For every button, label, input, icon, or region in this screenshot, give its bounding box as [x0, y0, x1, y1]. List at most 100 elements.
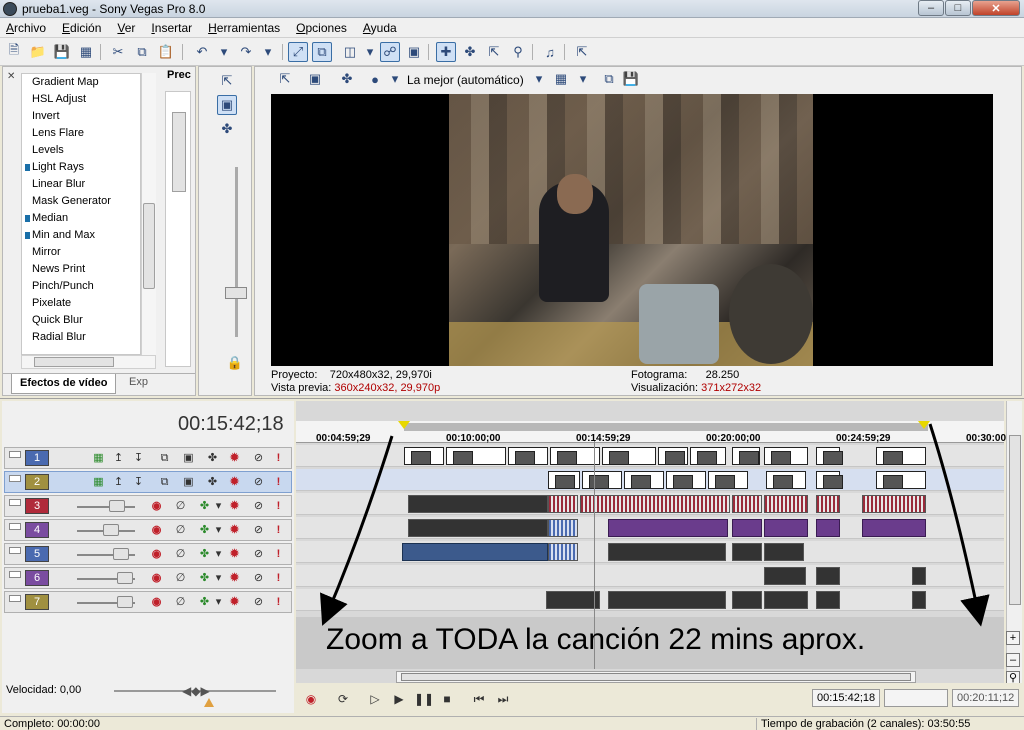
- quality-chevron-icon[interactable]: ▾: [529, 69, 549, 89]
- stop-icon[interactable]: ■: [438, 690, 456, 708]
- track-lane-3[interactable]: [296, 493, 1004, 515]
- composite-mode-icon[interactable]: ▣: [181, 451, 196, 466]
- volume-knob[interactable]: [117, 596, 133, 608]
- preview-quality-select[interactable]: La mejor (automático): [407, 73, 524, 87]
- save-snapshot-icon[interactable]: 💾: [621, 69, 641, 89]
- list-item[interactable]: News Print: [22, 261, 140, 278]
- snap-icon[interactable]: ⤢: [288, 42, 308, 62]
- volume-knob[interactable]: [117, 572, 133, 584]
- track-alert-icon[interactable]: !: [271, 595, 286, 610]
- track-alert-icon[interactable]: !: [271, 475, 286, 490]
- list-item[interactable]: Linear Blur: [22, 176, 140, 193]
- solo-icon[interactable]: ✹: [227, 571, 242, 586]
- fx-dropdown-icon[interactable]: ▾: [211, 571, 226, 586]
- track-fx-icon[interactable]: ✤: [197, 571, 212, 586]
- speed-slider-knob[interactable]: ◀◆▶: [182, 684, 210, 698]
- play-from-start-icon[interactable]: ▷: [366, 690, 384, 708]
- list-item[interactable]: Mirror: [22, 244, 140, 261]
- list-item[interactable]: Light Rays: [22, 159, 140, 176]
- presets-panel[interactable]: [165, 91, 191, 367]
- menu-insertar[interactable]: Insertar: [149, 20, 194, 36]
- quality-dropdown-icon[interactable]: ▾: [385, 69, 405, 89]
- track-alert-icon[interactable]: !: [271, 523, 286, 538]
- zoom-in-icon[interactable]: +: [1006, 631, 1020, 645]
- track-header-3[interactable]: 3 ◉ ∅ ✤ ▾ ✹ ⊘ !: [4, 495, 292, 517]
- track-minimize-icon[interactable]: [9, 547, 21, 554]
- track-minimize-icon[interactable]: [9, 451, 21, 458]
- bypass-icon[interactable]: ✤: [205, 451, 220, 466]
- auto-crossfade-icon[interactable]: ⧉: [312, 42, 332, 62]
- save-icon[interactable]: 💾: [52, 42, 72, 62]
- track-alert-icon[interactable]: !: [271, 451, 286, 466]
- list-item[interactable]: Pinch/Punch: [22, 278, 140, 295]
- audio-icon[interactable]: ♫: [540, 42, 560, 62]
- pause-icon[interactable]: ❚❚: [414, 690, 434, 708]
- list-item[interactable]: Mask Generator: [22, 193, 140, 210]
- arm-record-icon[interactable]: ◉: [149, 571, 164, 586]
- redo-icon[interactable]: ↷: [236, 42, 256, 62]
- preview-fx-icon[interactable]: ✤: [337, 69, 357, 89]
- effects-hscrollbar[interactable]: [21, 355, 156, 369]
- invert-phase-icon[interactable]: ∅: [173, 499, 188, 514]
- track-fx-icon[interactable]: ✤: [197, 523, 212, 538]
- fx-dropdown-icon[interactable]: ▾: [211, 523, 226, 538]
- track-minimize-icon[interactable]: [9, 523, 21, 530]
- list-item[interactable]: Lens Flare: [22, 125, 140, 142]
- track-fx-icon[interactable]: ▦: [91, 475, 106, 490]
- mute-icon[interactable]: ⊘: [251, 451, 266, 466]
- track-motion-icon[interactable]: ⧉: [157, 451, 172, 466]
- ignore-grouping-icon[interactable]: ▣: [404, 42, 424, 62]
- normal-edit-tool-icon[interactable]: ✚: [436, 42, 456, 62]
- maximize-button[interactable]: □: [945, 0, 971, 16]
- panel-close-icon[interactable]: ✕: [7, 71, 15, 82]
- solo-icon[interactable]: ✹: [227, 547, 242, 562]
- compositing-child-icon[interactable]: ↧: [131, 475, 146, 490]
- menu-ver[interactable]: Ver: [115, 20, 137, 36]
- trimmer-view-icon[interactable]: ▣: [217, 95, 237, 115]
- solo-icon[interactable]: ✹: [227, 475, 242, 490]
- loop-start-marker[interactable]: [398, 421, 410, 429]
- volume-knob[interactable]: [113, 548, 129, 560]
- loop-playback-icon[interactable]: ⟳: [334, 690, 352, 708]
- menu-ayuda[interactable]: Ayuda: [361, 20, 399, 36]
- list-item[interactable]: HSL Adjust: [22, 91, 140, 108]
- menu-herramientas[interactable]: Herramientas: [206, 20, 282, 36]
- loop-end-marker[interactable]: [918, 421, 930, 429]
- track-lane-4[interactable]: [296, 517, 1004, 539]
- volume-knob[interactable]: [109, 500, 125, 512]
- track-header-1[interactable]: 1 ▦ ↥ ↧ ⧉ ▣ ✤ ✹ ⊘ !: [4, 447, 292, 469]
- list-item[interactable]: Pixelate: [22, 295, 140, 312]
- track-lane-7[interactable]: [296, 589, 1004, 611]
- invert-phase-icon[interactable]: ∅: [173, 547, 188, 562]
- external-monitor-icon[interactable]: ▣: [305, 69, 325, 89]
- go-to-start-icon[interactable]: ⏮: [470, 690, 488, 708]
- track-minimize-icon[interactable]: [9, 595, 21, 602]
- trimmer-slider[interactable]: [235, 167, 238, 337]
- mute-icon[interactable]: ⊘: [251, 571, 266, 586]
- timeline-hscrollbar[interactable]: [396, 671, 916, 683]
- timeline-tracks[interactable]: 00:04:59;29 00:10:00;00 00:14:59;29 00:2…: [296, 401, 1006, 713]
- track-fx-icon[interactable]: ✤: [197, 547, 212, 562]
- track-header-7[interactable]: 7 ◉ ∅ ✤ ▾ ✹ ⊘ !: [4, 591, 292, 613]
- record-icon[interactable]: ◉: [302, 690, 320, 708]
- fx-dropdown-icon[interactable]: ▾: [211, 547, 226, 562]
- arm-record-icon[interactable]: ◉: [149, 547, 164, 562]
- compositing-child-icon[interactable]: ↧: [131, 451, 146, 466]
- fx-dropdown-icon[interactable]: ▾: [211, 499, 226, 514]
- paste-icon[interactable]: 📋: [156, 42, 176, 62]
- mute-icon[interactable]: ⊘: [251, 523, 266, 538]
- track-lane-2[interactable]: [296, 469, 1004, 491]
- minimize-button[interactable]: –: [918, 0, 944, 16]
- close-button[interactable]: ✕: [972, 0, 1020, 16]
- track-fx-icon[interactable]: ✤: [197, 499, 212, 514]
- zoom-tool-icon[interactable]: ⚲: [508, 42, 528, 62]
- mute-icon[interactable]: ⊘: [251, 547, 266, 562]
- track-alert-icon[interactable]: !: [271, 547, 286, 562]
- new-file-icon[interactable]: 🗎: [4, 42, 24, 62]
- zoom-out-icon[interactable]: –: [1006, 653, 1020, 667]
- list-item[interactable]: Min and Max: [22, 227, 140, 244]
- cut-icon[interactable]: ✂: [108, 42, 128, 62]
- list-item[interactable]: Levels: [22, 142, 140, 159]
- trimmer-slider-knob[interactable]: [225, 287, 247, 299]
- menu-archivo[interactable]: Archivo: [4, 20, 48, 36]
